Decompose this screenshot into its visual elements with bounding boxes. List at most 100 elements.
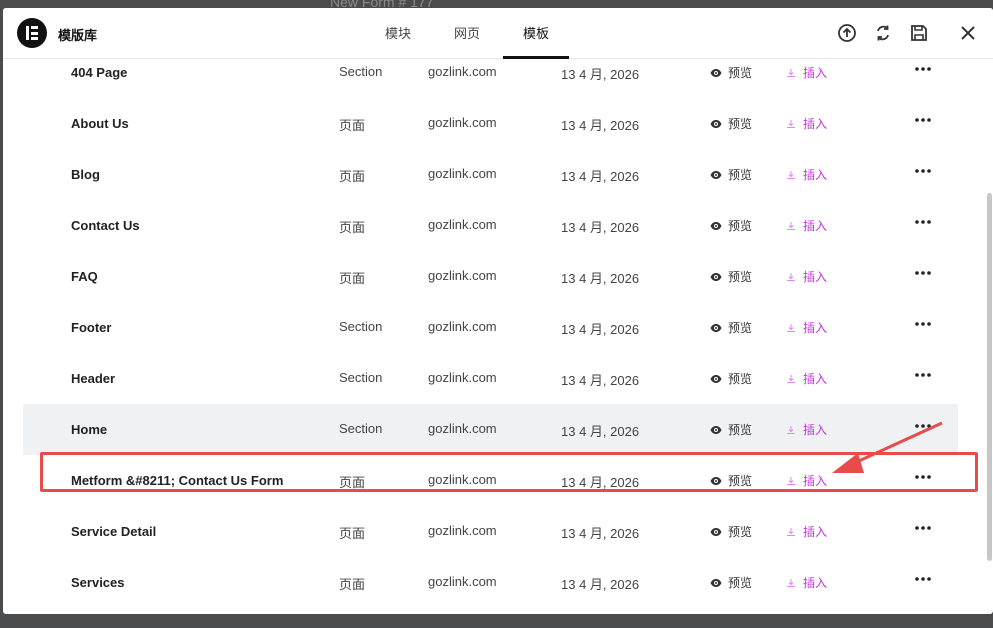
template-type: 页面 [339, 220, 366, 235]
eye-icon [710, 324, 722, 332]
template-title: About Us [71, 116, 129, 131]
template-row[interactable]: Services 页面 gozlink.com 13 4 月, 2026 预览 插入 [23, 557, 958, 608]
preview-label: 预览 [728, 117, 753, 131]
preview-button[interactable]: 预览 [710, 421, 752, 438]
template-author: gozlink.com [428, 574, 497, 589]
insert-label: 插入 [803, 474, 828, 488]
more-options-icon[interactable] [913, 110, 933, 130]
eye-icon [710, 477, 722, 485]
more-options-icon[interactable] [913, 569, 933, 589]
tab-pages[interactable]: 网页 [454, 23, 480, 42]
preview-button[interactable]: 预览 [710, 319, 752, 336]
insert-label: 插入 [803, 576, 828, 590]
more-options-icon[interactable] [913, 161, 933, 181]
insert-label: 插入 [803, 423, 828, 437]
template-row[interactable]: Metform &#8211; Contact Us Form 页面 gozlink… [23, 455, 958, 506]
template-row[interactable]: 404 Page Section gozlink.com 13 4 月, 2026 预览… [23, 59, 958, 98]
template-title: Home [71, 422, 108, 437]
insert-button[interactable]: 插入 [786, 421, 827, 438]
preview-button[interactable]: 预览 [710, 166, 752, 183]
more-options-icon[interactable] [913, 518, 933, 538]
template-date: 13 4 月, 2026 [561, 118, 640, 133]
more-options-icon[interactable] [913, 467, 933, 487]
template-row[interactable]: Blog 页面 gozlink.com 13 4 月, 2026 预览 插入 [23, 149, 958, 200]
insert-button[interactable]: 插入 [786, 115, 827, 132]
save-icon[interactable] [908, 22, 930, 44]
template-title: Services [71, 575, 125, 590]
eye-icon [710, 528, 722, 536]
preview-button[interactable]: 预览 [710, 523, 752, 540]
template-row[interactable]: Footer Section gozlink.com 13 4 月, 2026 预览 插入 [23, 302, 958, 353]
sync-icon[interactable] [872, 22, 894, 44]
insert-button[interactable]: 插入 [786, 523, 827, 540]
insert-button[interactable]: 插入 [786, 64, 827, 81]
insert-label: 插入 [803, 168, 828, 182]
download-icon [787, 426, 795, 434]
preview-label: 预览 [728, 423, 753, 437]
tab-templates[interactable]: 模板 [523, 23, 549, 42]
scrollbar-thumb[interactable] [987, 193, 992, 561]
preview-button[interactable]: 预览 [710, 268, 752, 285]
template-row[interactable]: Service Detail 页面 gozlink.com 13 4 月, 2026 预… [23, 506, 958, 557]
insert-button[interactable]: 插入 [786, 319, 827, 336]
template-date: 13 4 月, 2026 [561, 526, 640, 541]
download-icon [787, 375, 795, 383]
preview-label: 预览 [728, 372, 753, 386]
insert-label: 插入 [803, 117, 828, 131]
template-date: 13 4 月, 2026 [561, 475, 640, 490]
template-row[interactable]: Contact Us 页面 gozlink.com 13 4 月, 2026 预览 插入 [23, 200, 958, 251]
preview-label: 预览 [728, 576, 753, 590]
more-options-icon[interactable] [913, 212, 933, 232]
template-list: 404 Page Section gozlink.com 13 4 月, 2026 预览… [3, 59, 993, 614]
insert-label: 插入 [803, 219, 828, 233]
more-options-icon[interactable] [913, 59, 933, 79]
tab-blocks[interactable]: 模块 [385, 23, 411, 42]
insert-label: 插入 [803, 270, 828, 284]
template-author: gozlink.com [428, 217, 497, 232]
template-row[interactable]: Header Section gozlink.com 13 4 月, 2026 预览 插入 [23, 353, 958, 404]
preview-button[interactable]: 预览 [710, 115, 752, 132]
template-author: gozlink.com [428, 166, 497, 181]
template-title: Service Detail [71, 524, 157, 539]
preview-label: 预览 [728, 321, 753, 335]
preview-button[interactable]: 预览 [710, 472, 752, 489]
template-row[interactable]: FAQ 页面 gozlink.com 13 4 月, 2026 预览 插入 [23, 251, 958, 302]
template-date: 13 4 月, 2026 [561, 322, 640, 337]
preview-label: 预览 [728, 168, 753, 182]
template-date: 13 4 月, 2026 [561, 271, 640, 286]
eye-icon [710, 426, 722, 434]
insert-label: 插入 [803, 525, 828, 539]
preview-button[interactable]: 预览 [710, 64, 752, 81]
template-author: gozlink.com [428, 64, 497, 79]
close-icon[interactable] [957, 22, 979, 44]
preview-label: 预览 [728, 474, 753, 488]
preview-label: 预览 [728, 525, 753, 539]
more-options-icon[interactable] [913, 365, 933, 385]
insert-button[interactable]: 插入 [786, 166, 827, 183]
template-type: 页面 [339, 475, 366, 490]
more-options-icon[interactable] [913, 263, 933, 283]
template-author: gozlink.com [428, 115, 497, 130]
template-author: gozlink.com [428, 370, 497, 385]
download-icon [787, 324, 795, 332]
download-icon [787, 222, 795, 230]
insert-button[interactable]: 插入 [786, 370, 827, 387]
insert-label: 插入 [803, 321, 828, 335]
preview-button[interactable]: 预览 [710, 574, 752, 591]
more-options-icon[interactable] [913, 416, 933, 436]
template-date: 13 4 月, 2026 [561, 577, 640, 592]
template-author: gozlink.com [428, 268, 497, 283]
more-options-icon[interactable] [913, 314, 933, 334]
template-author: gozlink.com [428, 319, 497, 334]
insert-button[interactable]: 插入 [786, 472, 827, 489]
upload-icon[interactable] [836, 22, 858, 44]
template-row[interactable]: About Us 页面 gozlink.com 13 4 月, 2026 预览 插入 [23, 98, 958, 149]
preview-label: 预览 [728, 219, 753, 233]
template-row[interactable]: Home Section gozlink.com 13 4 月, 2026 预览 插入 [23, 404, 958, 455]
insert-button[interactable]: 插入 [786, 574, 827, 591]
template-type: Section [339, 319, 383, 334]
insert-button[interactable]: 插入 [786, 217, 827, 234]
preview-button[interactable]: 预览 [710, 217, 752, 234]
preview-button[interactable]: 预览 [710, 370, 752, 387]
insert-button[interactable]: 插入 [786, 268, 827, 285]
